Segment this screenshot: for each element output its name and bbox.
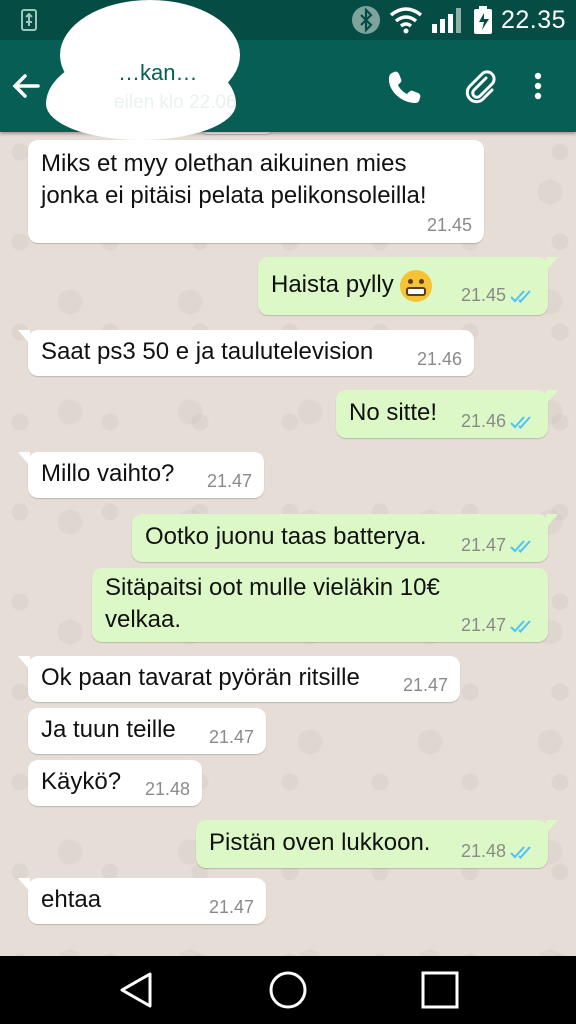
recents-square-icon[interactable] — [420, 970, 460, 1010]
read-check-icon — [510, 415, 531, 429]
signal-icon — [431, 8, 461, 33]
bluetooth-icon — [351, 6, 380, 34]
message-bubble-outgoing[interactable]: Haista pylly 21.45 — [258, 257, 558, 315]
message-bubble-incoming[interactable]: Ja tuun teille 21.47 — [28, 708, 266, 754]
message-bubble-incoming[interactable]: Millo vaihto? 21.47 — [18, 452, 264, 498]
back-triangle-icon[interactable] — [116, 970, 156, 1010]
message-text: No sitte! — [349, 399, 438, 426]
grimacing-face-emoji — [399, 269, 432, 302]
more-options-icon[interactable] — [520, 68, 556, 104]
message-bubble-incoming[interactable]: Saat ps3 50 e ja taulutelevision 21.46 — [18, 330, 474, 376]
message-text: Haista pylly — [271, 269, 432, 302]
chat-header: …kan… eilen klo 22.06 — [0, 0, 576, 140]
message-time: 21.48 — [144, 779, 190, 799]
message-bubble-incoming[interactable]: Ok paan tavarat pyörän ritsille 21.47 — [18, 656, 460, 702]
wifi-icon — [389, 7, 423, 34]
message-time: 21.47 — [206, 471, 252, 491]
message-bubble-incoming[interactable]: Miks et myy olethan aikuinen mies jonka … — [28, 140, 484, 243]
message-text: Ootko juonu taas batterya. — [145, 523, 427, 550]
status-time: 22.35 — [500, 5, 566, 34]
message-bubble-incoming[interactable]: ehtaa 21.47 — [18, 878, 266, 924]
message-text: Saat ps3 50 e ja taulutelevision — [41, 338, 374, 365]
system-navigation-bar — [0, 956, 576, 1024]
message-bubble-outgoing[interactable]: No sitte! 21.46 — [336, 390, 558, 438]
message-time: 21.48 — [460, 841, 506, 861]
attach-icon[interactable] — [462, 68, 498, 104]
usb-icon — [21, 9, 37, 31]
read-check-icon — [510, 539, 531, 553]
message-time: 21.46 — [460, 411, 506, 431]
message-time: 21.47 — [402, 675, 448, 695]
message-text: Millo vaihto? — [41, 460, 175, 487]
contact-name[interactable]: …kan… — [118, 60, 197, 86]
message-text: ehtaa — [41, 886, 102, 913]
read-check-icon — [510, 289, 531, 303]
message-bubble-outgoing[interactable]: Ootko juonu taas batterya. 21.47 — [132, 514, 558, 562]
message-time: 21.47 — [208, 897, 254, 917]
message-text: Ja tuun teille — [41, 716, 176, 743]
read-check-icon — [510, 845, 531, 859]
last-seen-status: eilen klo 22.06 — [114, 92, 237, 113]
message-text: Miks et myy olethan aikuinen mies jonka … — [41, 150, 427, 209]
call-icon[interactable] — [386, 68, 422, 104]
battery-icon — [473, 6, 492, 34]
message-bubble-incoming[interactable]: Käykö? 21.48 — [28, 760, 202, 806]
message-time: 21.45 — [460, 285, 506, 305]
message-list[interactable]: Miks et myy olethan aikuinen mies jonka … — [0, 132, 576, 956]
message-text: Käykö? — [41, 768, 122, 795]
message-bubble-outgoing[interactable]: Sitäpaitsi oot mulle vieläkin 10€ velkaa… — [92, 568, 548, 642]
message-time: 21.47 — [208, 727, 254, 747]
message-time: 21.47 — [460, 615, 506, 635]
message-time: 21.47 — [460, 535, 506, 555]
message-text: Pistän oven lukkoon. — [209, 829, 431, 856]
read-check-icon — [510, 619, 531, 633]
message-text: Sitäpaitsi oot mulle vieläkin 10€ velkaa… — [105, 574, 440, 633]
home-circle-icon[interactable] — [268, 970, 308, 1010]
message-text: Ok paan tavarat pyörän ritsille — [41, 664, 360, 691]
message-bubble-outgoing[interactable]: Pistän oven lukkoon. 21.48 — [196, 820, 558, 868]
message-time: 21.46 — [416, 349, 462, 369]
partial-message-bubble — [200, 132, 274, 134]
back-arrow-icon[interactable] — [10, 70, 42, 102]
message-time: 21.45 — [426, 215, 472, 235]
